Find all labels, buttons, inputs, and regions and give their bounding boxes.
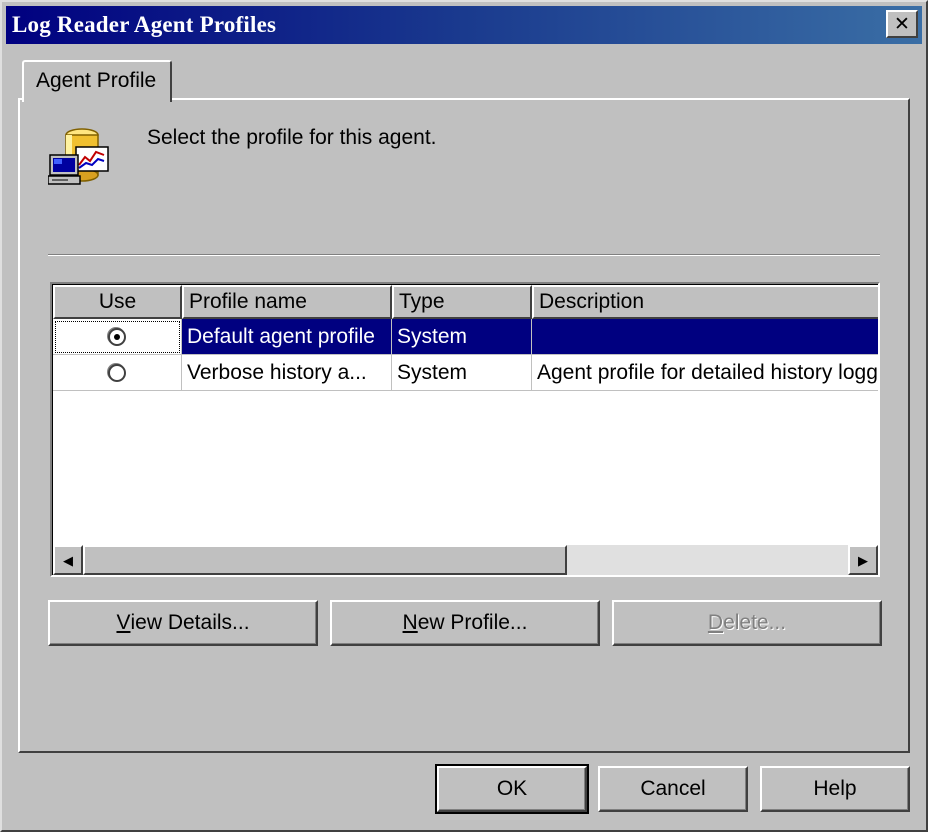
scroll-left-button[interactable]: ◀ — [53, 545, 83, 575]
list-header: Use Profile name Type Description — [53, 285, 878, 319]
use-cell[interactable] — [53, 319, 182, 355]
tab-agent-profile[interactable]: Agent Profile — [22, 60, 172, 102]
close-button[interactable]: ✕ — [886, 10, 918, 38]
instruction-text: Select the profile for this agent. — [147, 126, 437, 149]
tab-label: Agent Profile — [36, 69, 157, 92]
column-header-profile-name[interactable]: Profile name — [182, 285, 392, 319]
type-cell: System — [392, 355, 532, 391]
profile-name-cell: Default agent profile — [182, 319, 392, 355]
ok-button[interactable]: OK — [435, 764, 589, 814]
close-icon: ✕ — [894, 12, 910, 35]
arrow-right-icon: ▶ — [858, 552, 868, 568]
description-cell: Agent profile for detailed history logg — [532, 355, 878, 391]
column-header-use[interactable]: Use — [53, 285, 182, 319]
use-radio[interactable] — [108, 327, 126, 346]
table-row[interactable]: Default agent profile System — [53, 319, 878, 355]
profiles-list[interactable]: Use Profile name Type Description Defaul… — [50, 282, 880, 577]
horizontal-scrollbar[interactable]: ◀ ▶ — [53, 545, 878, 575]
arrow-left-icon: ◀ — [63, 552, 73, 568]
profile-name-cell: Verbose history a... — [182, 355, 392, 391]
separator — [48, 254, 880, 256]
type-cell: System — [392, 319, 532, 355]
title-bar[interactable]: Log Reader Agent Profiles ✕ — [6, 6, 922, 44]
cancel-button[interactable]: Cancel — [598, 766, 748, 812]
scroll-right-button[interactable]: ▶ — [848, 545, 878, 575]
description-cell — [532, 319, 878, 355]
help-button[interactable]: Help — [760, 766, 910, 812]
table-row[interactable]: Verbose history a... System Agent profil… — [53, 355, 878, 391]
column-header-type[interactable]: Type — [392, 285, 532, 319]
view-details-button[interactable]: View Details... — [48, 600, 318, 646]
scroll-thumb[interactable] — [83, 545, 567, 575]
window-title: Log Reader Agent Profiles — [12, 12, 277, 37]
database-computer-chart-icon — [48, 128, 109, 185]
use-cell[interactable] — [53, 355, 182, 391]
new-profile-button[interactable]: New Profile... — [330, 600, 600, 646]
use-radio[interactable] — [108, 363, 126, 382]
column-header-description[interactable]: Description — [532, 285, 878, 319]
delete-button[interactable]: Delete... — [612, 600, 882, 646]
